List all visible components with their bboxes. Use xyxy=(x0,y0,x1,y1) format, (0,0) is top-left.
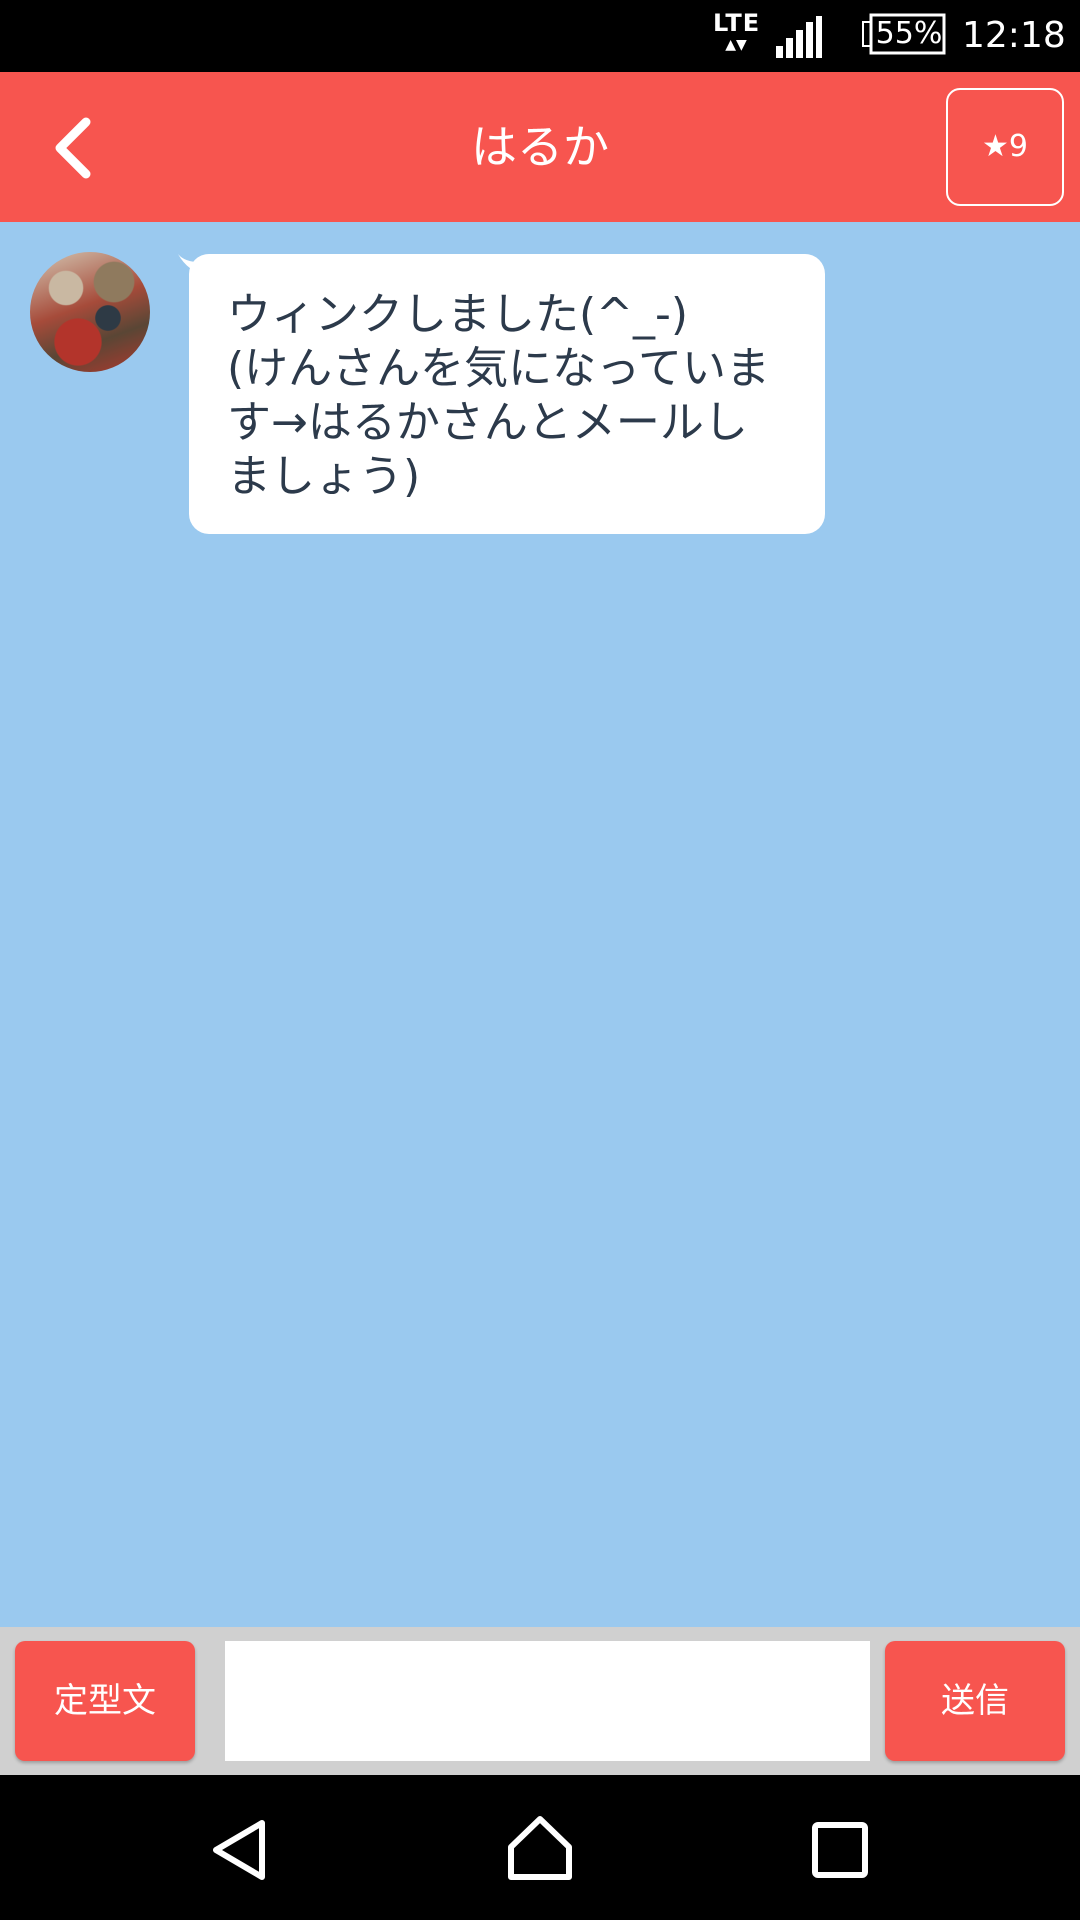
favorite-count-button[interactable]: ★9 xyxy=(946,88,1064,206)
signal-icon xyxy=(776,16,822,58)
message-bubble: ウィンクしました(^_-) (けんさんを気になっていま す→はるかさんとメールし… xyxy=(189,254,825,534)
status-bar: LTE ▲▼ 55% 12:18 xyxy=(0,0,1080,72)
chat-area[interactable]: ウィンクしました(^_-) (けんさんを気になっていま す→はるかさんとメールし… xyxy=(0,222,1080,1627)
home-icon[interactable] xyxy=(505,1813,575,1883)
back-button[interactable] xyxy=(36,112,108,184)
send-button[interactable]: 送信 xyxy=(885,1641,1065,1761)
recents-icon[interactable] xyxy=(805,1815,875,1885)
network-type: LTE xyxy=(713,9,761,37)
back-triangle-icon[interactable] xyxy=(206,1815,276,1885)
avatar[interactable] xyxy=(30,252,150,372)
network-activity-arrows: ▲▼ xyxy=(725,37,747,53)
chevron-left-icon xyxy=(55,117,91,179)
navigation-bar xyxy=(0,1775,1080,1920)
message-text: ウィンクしました(^_-) (けんさんを気になっていま す→はるかさんとメールし… xyxy=(227,289,770,502)
battery-level: 55% xyxy=(875,16,943,51)
template-button[interactable]: 定型文 xyxy=(15,1641,195,1761)
battery-icon: 55% xyxy=(862,13,946,55)
clock: 12:18 xyxy=(962,15,1066,56)
input-bar: 定型文 送信 xyxy=(0,1627,1080,1775)
page-title: はるか xyxy=(471,120,609,174)
lte-icon: LTE ▲▼ xyxy=(713,10,759,62)
message-input[interactable] xyxy=(225,1641,870,1761)
app-header: はるか ★9 xyxy=(0,72,1080,222)
